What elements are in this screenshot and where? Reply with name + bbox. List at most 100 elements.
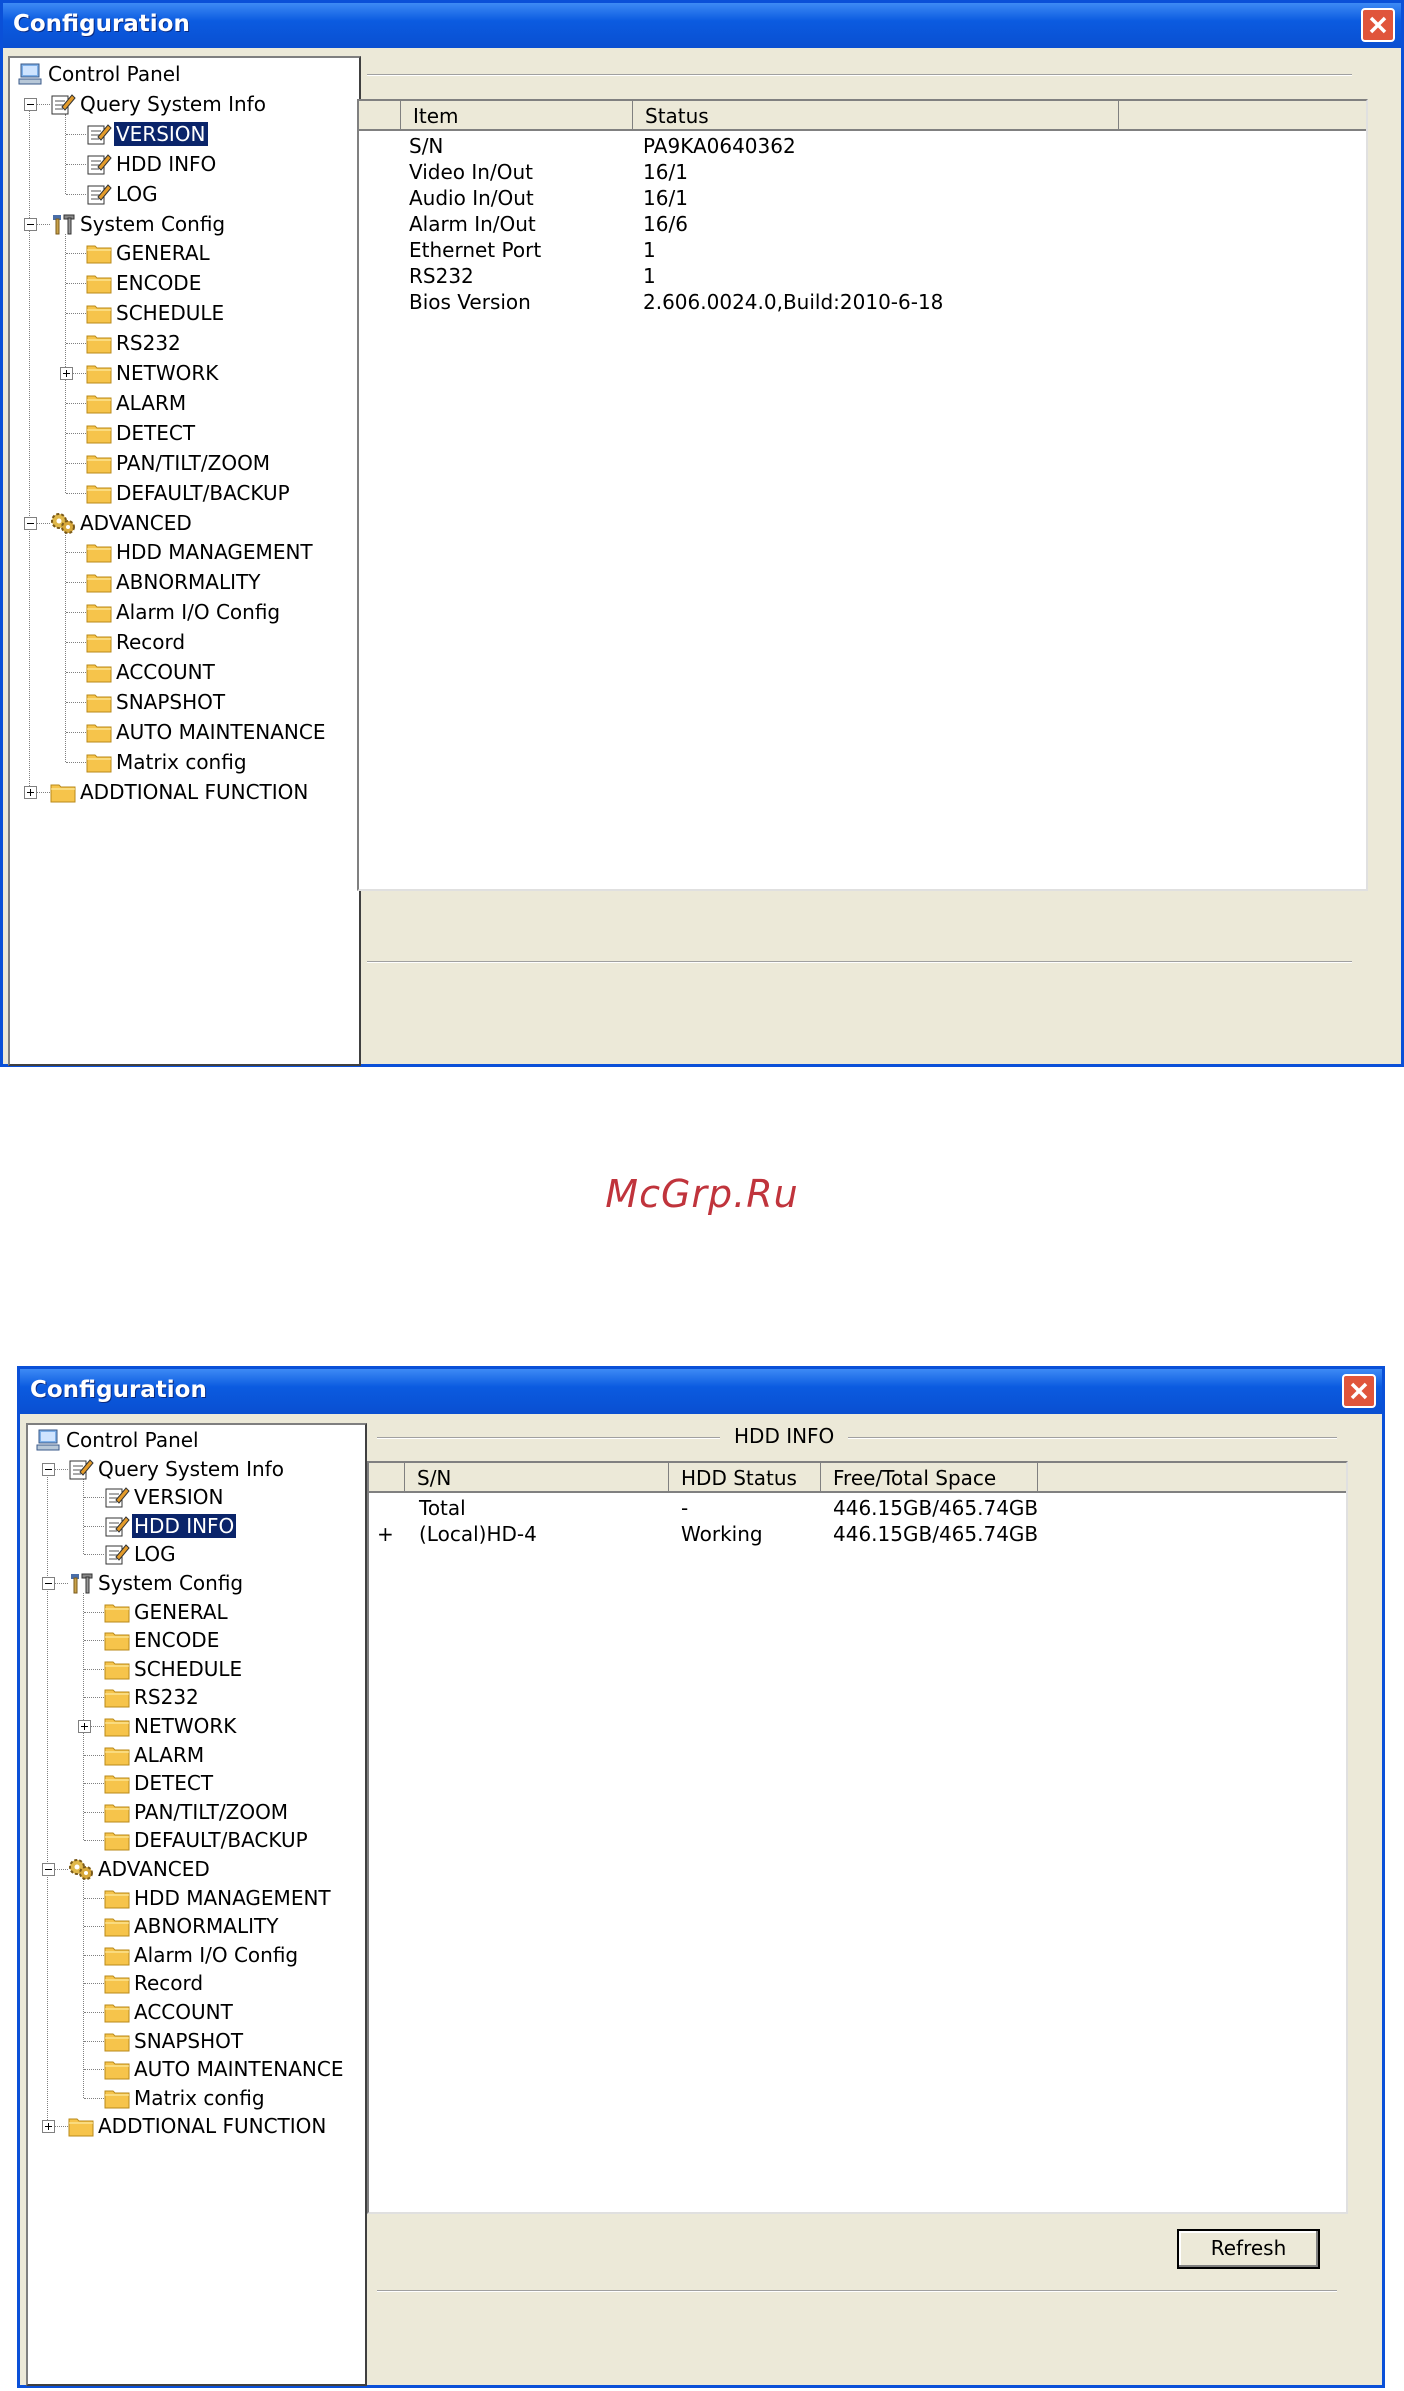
tree-item-label: ABNORMALITY [116,570,261,595]
folder-icon [104,1686,130,1708]
row-item[interactable]: Bios Version [409,289,531,315]
tree-guide-line [84,1926,104,1928]
collapse-icon[interactable] [42,1462,55,1476]
tree-guide-line [84,1640,104,1642]
tree-item-label: HDD INFO [132,1513,237,1538]
folder-icon [86,721,112,743]
row-hdd-status[interactable]: Working [681,1521,763,1547]
hdd-info-list[interactable]: S/N HDD Status Free/Total Space Total - 44… [367,1461,1348,2214]
row-expander[interactable]: + [377,1521,394,1547]
tree-guide-line [66,642,86,644]
tree-guide-line [65,532,66,762]
row-item[interactable]: Alarm In/Out [409,211,536,237]
folder-icon [86,482,112,504]
tree-guide-line [84,1897,104,1899]
column-header-spacer [369,1463,405,1493]
monitor-icon [18,63,42,85]
expand-icon[interactable] [42,2120,55,2134]
notepad-icon [104,1515,130,1537]
tree-guide-line [84,1983,104,1985]
expand-icon[interactable] [60,367,73,380]
tree-guide-line [66,402,86,404]
collapse-icon[interactable] [24,217,37,231]
tree-guide-line [84,2040,104,2042]
tree-item-label: DEFAULT/BACKUP [116,480,290,505]
folder-icon [68,2115,94,2137]
tools-icon [68,1572,93,1594]
refresh-button[interactable]: Refresh [1177,2229,1320,2269]
folder-icon [104,1629,130,1651]
title-bar[interactable]: Configuration [3,3,1401,48]
tree-item-label: AUTO MAINTENANCE [134,2057,344,2082]
navigation-tree[interactable]: Control Panel Query System Info VERSION HDD… [8,56,361,1066]
collapse-icon[interactable] [42,1863,55,1876]
column-header-empty [1119,101,1366,131]
tree-guide-line [84,1525,104,1527]
column-header-space[interactable]: Free/Total Space [821,1463,1038,1493]
collapse-icon[interactable] [24,97,37,111]
expand-icon[interactable] [24,785,37,799]
row-hdd-status[interactable]: - [681,1495,688,1521]
row-sn[interactable]: Total [419,1495,466,1521]
notepad-icon [86,153,112,175]
row-item[interactable]: Audio In/Out [409,185,534,211]
monitor-icon [36,1429,60,1451]
tree-item-label: DETECT [116,420,196,445]
tree-guide-line [66,492,86,494]
row-item[interactable]: RS232 [409,263,474,289]
row-status[interactable]: 16/1 [643,185,688,211]
tree-item-label: Control Panel [66,1428,199,1452]
tree-guide-line [66,582,86,584]
notepad-icon [86,183,112,205]
close-button[interactable] [1361,8,1395,42]
tree-item-label: HDD INFO [116,151,217,176]
tree-guide-line [66,163,86,165]
expand-icon[interactable] [78,1720,91,1733]
column-header-item[interactable]: Item [401,101,633,131]
folder-icon [86,332,112,354]
row-status[interactable]: 1 [643,237,656,263]
tree-item-label: DETECT [134,1771,214,1796]
row-space[interactable]: 446.15GB/465.74GB [833,1521,1038,1547]
folder-icon [86,751,112,773]
tree-item-label: NETWORK [134,1714,237,1738]
bottom-divider [367,961,1352,963]
watermark-text: McGrp.Ru [605,1172,799,1216]
folder-icon [86,631,112,653]
column-header-hdd-status[interactable]: HDD Status [669,1463,821,1493]
top-divider [367,74,1352,76]
collapse-icon[interactable] [42,1577,55,1590]
folder-icon [104,1772,130,1794]
tree-item-label: ALARM [116,390,187,415]
tree-item-label: PAN/TILT/ZOOM [134,1799,289,1824]
folder-icon [86,452,112,474]
folder-icon [104,2001,130,2023]
row-status[interactable]: 16/6 [643,211,688,237]
row-space[interactable]: 446.15GB/465.74GB [833,1495,1038,1521]
row-sn[interactable]: (Local)HD-4 [419,1521,537,1547]
row-item[interactable]: S/N [409,133,443,159]
row-status[interactable]: 2.606.0024.0,Build:2010-6-18 [643,289,943,315]
tree-guide-line [83,1478,84,1555]
version-list[interactable]: Item Status S/N PA9KA0640362 Video In/Out 1… [357,99,1368,891]
row-status[interactable]: PA9KA0640362 [643,133,796,159]
folder-icon [104,1744,130,1766]
title-bar[interactable]: Configuration [20,1369,1382,1414]
tree-item-label: HDD MANAGEMENT [116,540,313,565]
row-item[interactable]: Video In/Out [409,159,533,185]
column-header-status[interactable]: Status [633,101,1119,131]
close-button[interactable] [1342,1374,1376,1408]
folder-icon [86,302,112,324]
tree-item-label: GENERAL [134,1599,228,1624]
row-status[interactable]: 16/1 [643,159,688,185]
row-status[interactable]: 1 [643,263,656,289]
tree-item-label: VERSION [134,1485,224,1510]
column-header-sn[interactable]: S/N [405,1463,669,1493]
tree-item-label: ADVANCED [80,510,192,535]
navigation-tree[interactable]: Control Panel Query System Info VERSION HDD… [26,1423,367,2386]
tree-item-label: ADDTIONAL FUNCTION [98,2114,327,2139]
collapse-icon[interactable] [24,516,37,530]
tree-item-label: NETWORK [116,361,219,385]
gears-icon [50,512,75,534]
row-item[interactable]: Ethernet Port [409,237,541,263]
